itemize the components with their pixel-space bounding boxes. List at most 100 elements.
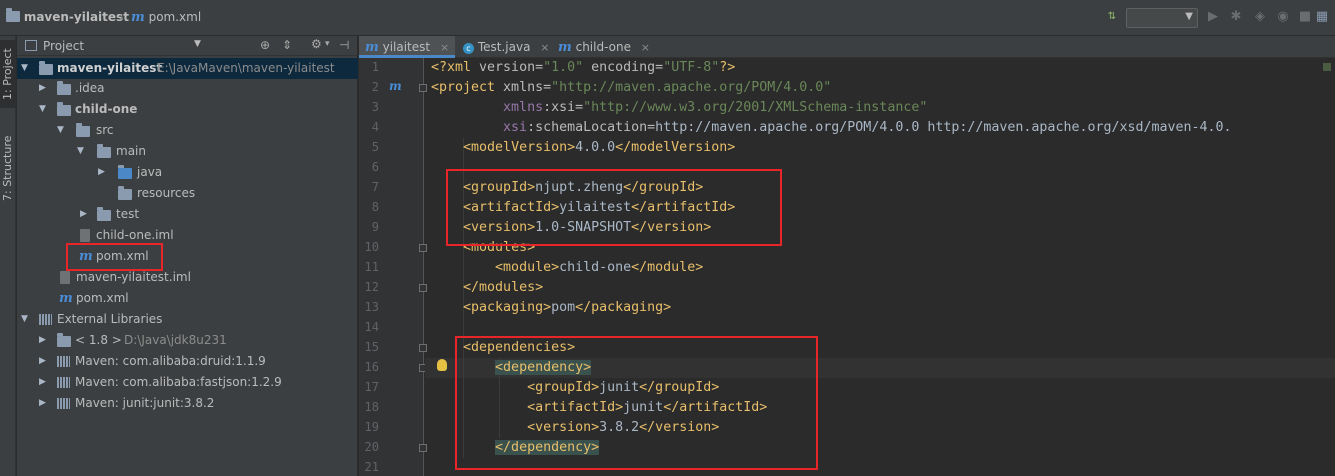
code-line[interactable]: xsi:schemaLocation=http://maven.apache.o… bbox=[431, 118, 1232, 138]
tab-project[interactable]: 1: Project bbox=[0, 40, 16, 108]
line-number: 13 bbox=[364, 300, 379, 314]
line-number: 6 bbox=[371, 160, 379, 174]
module-folder-icon bbox=[39, 61, 53, 75]
java-class-icon: c bbox=[463, 43, 474, 54]
tree-item-idea[interactable]: ▶ .idea bbox=[17, 78, 358, 99]
tree-item-lib-fastjson[interactable]: ▶ Maven: com.alibaba:fastjson:1.2.9 bbox=[17, 372, 358, 393]
line-number: 19 bbox=[364, 420, 379, 434]
line-number: 8 bbox=[371, 200, 379, 214]
chevron-right-icon[interactable]: ▶ bbox=[80, 204, 90, 225]
make-project-icon[interactable]: ⇅ bbox=[1104, 9, 1120, 25]
chevron-right-icon[interactable]: ▶ bbox=[39, 351, 49, 372]
chevron-down-icon[interactable]: ▾ bbox=[325, 39, 330, 49]
code-line[interactable]: <packaging>pom</packaging> bbox=[431, 298, 671, 318]
tool-window-stripe: 1: Project 7: Structure bbox=[0, 36, 16, 476]
chevron-down-icon[interactable]: ▼ bbox=[77, 141, 87, 162]
stop-icon[interactable]: ■ bbox=[1297, 9, 1313, 25]
folder-icon bbox=[97, 144, 111, 158]
code-line[interactable]: <project xmlns="http://maven.apache.org/… bbox=[431, 78, 831, 98]
lightbulb-icon[interactable] bbox=[437, 359, 447, 371]
line-number: 3 bbox=[371, 100, 379, 114]
locate-icon[interactable]: ⊕ bbox=[260, 38, 270, 52]
line-number: 21 bbox=[364, 460, 379, 474]
chevron-down-icon[interactable]: ▼ bbox=[57, 120, 67, 141]
inspection-status-icon[interactable] bbox=[1323, 63, 1331, 71]
close-icon[interactable]: × bbox=[641, 41, 650, 54]
tree-item-project-root[interactable]: ▼ maven-yilaitest E:\JavaMaven\maven-yil… bbox=[17, 58, 358, 79]
tree-item-src[interactable]: ▼ src bbox=[17, 120, 358, 141]
iml-file-icon bbox=[80, 229, 90, 242]
chevron-down-icon[interactable]: ▼ bbox=[21, 58, 31, 79]
code-line[interactable]: <modelVersion>4.0.0</modelVersion> bbox=[431, 138, 735, 158]
line-number: 10 bbox=[364, 240, 379, 254]
line-number: 7 bbox=[371, 180, 379, 194]
maven-file-icon: m bbox=[59, 291, 73, 306]
folder-icon bbox=[97, 207, 111, 221]
project-view-selector[interactable]: Project bbox=[43, 39, 84, 53]
code-line[interactable]: <module>child-one</module> bbox=[431, 258, 703, 278]
folder-icon bbox=[57, 81, 71, 95]
tree-item-lib-junit[interactable]: ▶ Maven: junit:junit:3.8.2 bbox=[17, 393, 358, 414]
profile-icon[interactable]: ◉ bbox=[1275, 9, 1291, 25]
debug-icon[interactable]: ✱ bbox=[1228, 9, 1244, 25]
breadcrumb-file[interactable]: m pom.xml bbox=[131, 10, 201, 25]
editor-tab-bar: m yilaitest × c Test.java × m child-one … bbox=[359, 36, 1335, 58]
line-number: 5 bbox=[371, 140, 379, 154]
tree-item-lib-druid[interactable]: ▶ Maven: com.alibaba:druid:1.1.9 bbox=[17, 351, 358, 372]
tree-item-child-one[interactable]: ▼ child-one bbox=[17, 99, 358, 120]
line-number: 20 bbox=[364, 440, 379, 454]
line-number: 16 bbox=[364, 360, 379, 374]
coverage-icon[interactable]: ◈ bbox=[1252, 9, 1268, 25]
chevron-right-icon[interactable]: ▶ bbox=[39, 330, 49, 351]
maven-gutter-icon[interactable]: m bbox=[389, 79, 402, 93]
chevron-right-icon[interactable]: ▶ bbox=[39, 393, 49, 414]
library-icon bbox=[57, 377, 70, 388]
breadcrumb-project[interactable]: maven-yilaitest bbox=[6, 8, 129, 24]
project-structure-icon[interactable]: ▦ bbox=[1314, 9, 1330, 25]
run-icon[interactable]: ▶ bbox=[1205, 9, 1221, 25]
line-number: 9 bbox=[371, 220, 379, 234]
run-configuration-select[interactable]: ▼ bbox=[1126, 8, 1198, 28]
line-number: 11 bbox=[364, 260, 379, 274]
chevron-down-icon[interactable]: ▼ bbox=[194, 39, 201, 49]
tab-child-one[interactable]: m child-one × bbox=[552, 36, 652, 58]
chevron-right-icon[interactable]: ▶ bbox=[39, 372, 49, 393]
tree-item-main[interactable]: ▼ main bbox=[17, 141, 358, 162]
tree-item-external-libraries[interactable]: ▼ External Libraries bbox=[17, 309, 358, 330]
code-line[interactable]: </modules> bbox=[431, 278, 543, 298]
chevron-right-icon[interactable]: ▶ bbox=[39, 78, 49, 99]
project-tool-window: Project ▼ ⊕ ⇕ ⚙ ▾ ⊣ ▼ maven-yilaitest E:… bbox=[17, 36, 358, 476]
chevron-down-icon[interactable]: ▼ bbox=[39, 99, 49, 120]
project-view-icon bbox=[25, 40, 37, 51]
navigation-bar: maven-yilaitest › m pom.xml ⇅ ▼ ▶ ✱ ◈ ◉ … bbox=[0, 0, 1335, 36]
line-number: 18 bbox=[364, 400, 379, 414]
tree-item-java[interactable]: ▶ java bbox=[17, 162, 358, 183]
code-line[interactable]: <?xml version="1.0" encoding="UTF-8"?> bbox=[431, 58, 735, 78]
folder-icon bbox=[76, 123, 90, 137]
iml-file-icon bbox=[60, 271, 70, 284]
close-icon[interactable]: × bbox=[440, 41, 449, 54]
maven-file-icon: m bbox=[131, 10, 145, 25]
chevron-down-icon[interactable]: ▼ bbox=[21, 309, 31, 330]
tree-item-resources[interactable]: resources bbox=[17, 183, 358, 204]
tab-structure[interactable]: 7: Structure bbox=[0, 128, 16, 208]
annotation-highlight-box bbox=[66, 243, 163, 271]
chevron-right-icon[interactable]: ▶ bbox=[98, 162, 108, 183]
tab-test-java[interactable]: c Test.java × bbox=[457, 36, 550, 58]
source-folder-icon bbox=[118, 165, 132, 179]
hide-panel-icon[interactable]: ⊣ bbox=[339, 38, 349, 52]
code-line[interactable]: xmlns:xsi="http://www.w3.org/2001/XMLSch… bbox=[431, 98, 927, 118]
tree-item-jdk[interactable]: ▶ < 1.8 > D:\Java\jdk8u231 bbox=[17, 330, 358, 351]
tab-yilaitest[interactable]: m yilaitest × bbox=[359, 36, 455, 58]
tree-item-test[interactable]: ▶ test bbox=[17, 204, 358, 225]
folder-icon bbox=[6, 8, 20, 22]
close-icon[interactable]: × bbox=[540, 41, 549, 54]
tree-item-root-pom[interactable]: m pom.xml bbox=[17, 288, 358, 309]
project-panel-header: Project ▼ ⊕ ⇕ ⚙ ▾ ⊣ bbox=[17, 36, 358, 56]
line-number: 17 bbox=[364, 380, 379, 394]
breadcrumb-separator: › bbox=[119, 10, 124, 24]
gear-icon[interactable]: ⚙ bbox=[311, 37, 322, 51]
resources-folder-icon bbox=[118, 186, 132, 200]
annotation-highlight-box bbox=[446, 169, 782, 246]
collapse-all-icon[interactable]: ⇕ bbox=[282, 38, 292, 52]
